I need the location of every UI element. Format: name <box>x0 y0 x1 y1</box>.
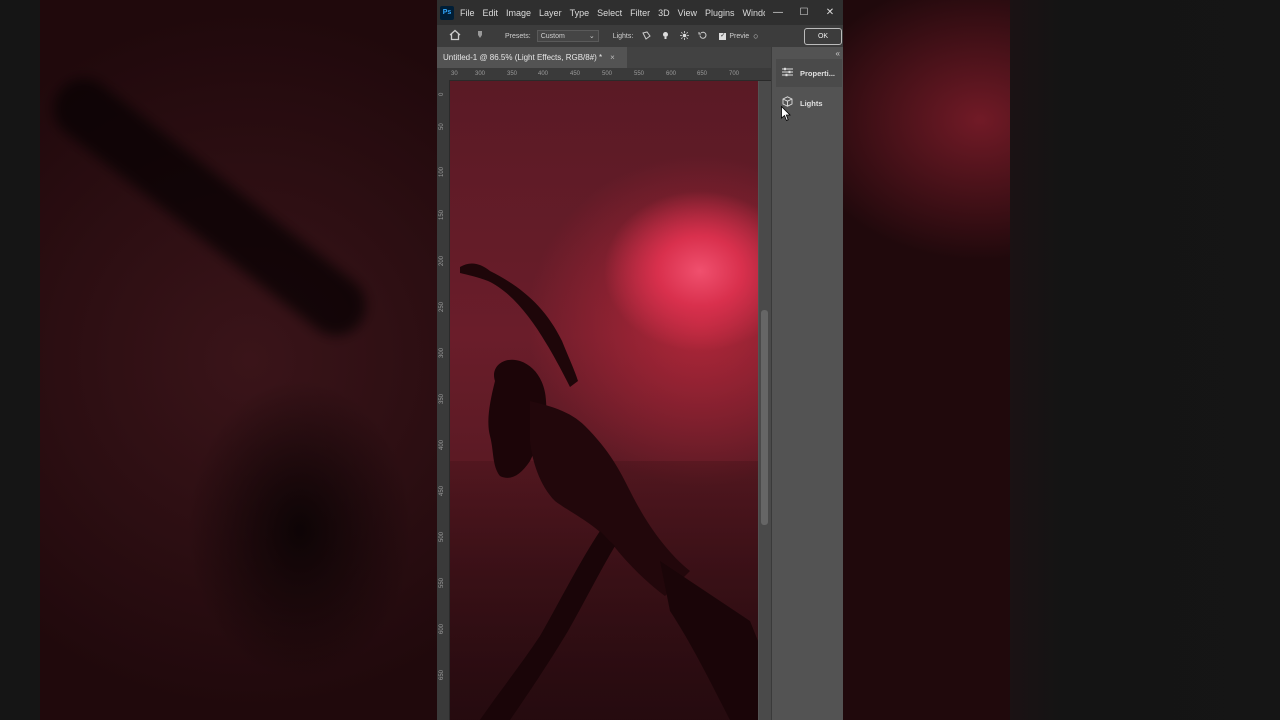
ruler-h-tick: 450 <box>570 71 581 77</box>
menu-filter[interactable]: Filter <box>630 8 650 18</box>
menu-plugins[interactable]: Plugins <box>705 8 735 18</box>
ruler-v-tick: 50 <box>439 123 445 130</box>
point-light-icon[interactable] <box>659 31 671 42</box>
ruler-h-tick: 300 <box>475 71 486 77</box>
scrollbar-thumb[interactable] <box>761 310 768 525</box>
maximize-button[interactable]: ☐ <box>791 7 817 18</box>
ruler-v-tick: 500 <box>439 531 445 542</box>
menu-bar: Ps File Edit Image Layer Type Select Fil… <box>437 0 843 25</box>
ruler-v-tick: 100 <box>439 166 445 177</box>
ruler-v-tick: 200 <box>439 255 445 266</box>
ruler-v-tick: 450 <box>439 485 445 496</box>
home-icon[interactable] <box>449 29 463 43</box>
mouse-cursor-icon <box>781 106 791 122</box>
properties-panel-button[interactable]: Properti... <box>776 59 842 87</box>
background-left-bar <box>0 0 40 720</box>
sliders-icon <box>780 67 794 80</box>
ruler-v-tick: 400 <box>439 439 445 450</box>
ruler-h-tick: 400 <box>538 71 549 77</box>
menu-view[interactable]: View <box>678 8 697 18</box>
right-panel-dock: « Properti... Lights <box>771 47 843 720</box>
ruler-v-tick: 0 <box>439 92 445 96</box>
reset-icon[interactable] <box>697 31 709 42</box>
presets-dropdown[interactable]: Custom ⌄ <box>536 30 599 42</box>
properties-label: Properti... <box>800 68 836 78</box>
vertical-ruler[interactable]: 0 50 100 150 200 250 300 350 400 450 500… <box>437 80 450 720</box>
preview-label: Previe <box>729 32 750 40</box>
background-arm-silhouette <box>41 66 378 348</box>
ruler-v-tick: 350 <box>439 393 445 404</box>
collapse-panel-icon[interactable]: « <box>836 49 840 58</box>
ruler-v-tick: 600 <box>439 623 445 634</box>
close-icon[interactable]: × <box>610 53 615 62</box>
ruler-h-tick: 700 <box>729 71 740 77</box>
menu-file[interactable]: File <box>460 8 475 18</box>
preview-checkbox[interactable]: ✓ <box>719 32 727 40</box>
ruler-v-tick: 650 <box>439 669 445 680</box>
ruler-h-tick: 500 <box>602 71 613 77</box>
presets-value: Custom <box>540 32 565 40</box>
search-icon[interactable]: ○ <box>753 31 758 41</box>
ruler-v-tick: 150 <box>439 209 445 220</box>
ruler-v-tick: 250 <box>439 301 445 312</box>
background-right-bar <box>1010 0 1280 720</box>
ruler-h-tick: 600 <box>666 71 677 77</box>
window-controls: — ☐ ✕ <box>765 0 843 25</box>
presets-label: Presets: <box>505 32 531 40</box>
document-tab-bar: Untitled-1 @ 86.5% (Light Effects, RGB/8… <box>437 47 771 68</box>
ruler-corner <box>437 68 449 80</box>
ruler-h-tick: 550 <box>634 71 645 77</box>
ruler-h-tick: 30 <box>451 71 458 77</box>
menu-edit[interactable]: Edit <box>483 8 499 18</box>
spot-light-icon[interactable] <box>640 30 652 42</box>
ruler-h-tick: 650 <box>697 71 708 77</box>
ok-button[interactable]: OK <box>804 28 842 45</box>
infinite-light-icon[interactable] <box>678 30 690 42</box>
lights-label: Lights: <box>612 32 634 40</box>
chevron-down-icon: ⌄ <box>588 33 595 40</box>
options-bar: Presets: Custom ⌄ Lights: ✓ Previe ○ OK <box>437 25 843 47</box>
document-canvas[interactable] <box>450 81 758 720</box>
lights-panel-label: Lights <box>800 98 823 108</box>
menu-type[interactable]: Type <box>570 8 590 18</box>
menu-select[interactable]: Select <box>597 8 622 18</box>
photoshop-logo: Ps <box>440 5 454 20</box>
ruler-v-tick: 300 <box>439 347 445 358</box>
menu-3d[interactable]: 3D <box>658 8 670 18</box>
ruler-h-tick: 350 <box>507 71 518 77</box>
dancer-silhouette <box>460 263 758 720</box>
document-tab[interactable]: Untitled-1 @ 86.5% (Light Effects, RGB/8… <box>437 47 627 68</box>
menu-image[interactable]: Image <box>506 8 531 18</box>
document-tab-title: Untitled-1 @ 86.5% (Light Effects, RGB/8… <box>443 53 603 62</box>
ruler-v-tick: 550 <box>439 577 445 588</box>
close-button[interactable]: ✕ <box>817 7 843 18</box>
menu-layer[interactable]: Layer <box>539 8 562 18</box>
horizontal-ruler[interactable]: 30 300 350 400 450 500 550 600 650 700 <box>449 68 771 81</box>
background-figure-silhouette <box>150 330 450 720</box>
minimize-button[interactable]: — <box>765 7 791 18</box>
light-tool-icon[interactable] <box>475 30 487 42</box>
